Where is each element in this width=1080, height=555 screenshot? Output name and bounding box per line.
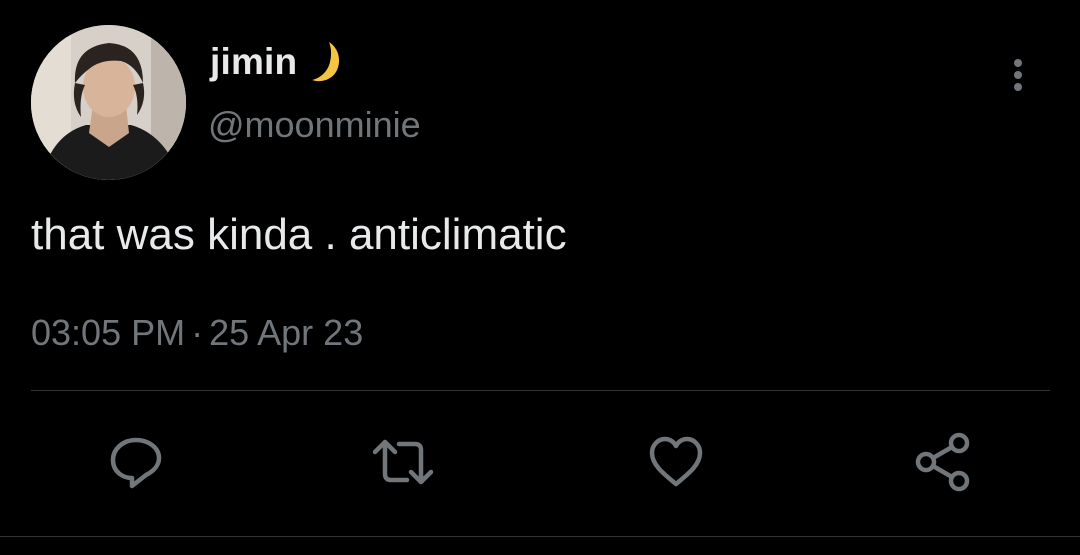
timestamp-separator: · [191,312,204,353]
display-name[interactable]: jimin [210,41,297,83]
moon-icon [309,40,345,84]
reply-button[interactable] [104,430,168,494]
avatar[interactable] [31,25,186,180]
avatar-photo [31,25,186,180]
share-icon [915,432,970,492]
bottom-divider [0,536,1080,537]
reply-icon [110,437,162,489]
tweet-text: that was kinda . anticlimatic [31,210,567,259]
retweet-button[interactable] [371,430,435,494]
more-options-icon [1014,59,1022,91]
share-button[interactable] [912,430,976,494]
author-name-row[interactable]: jimin [210,38,345,86]
user-handle[interactable]: @moonminie [208,104,421,146]
tweet-time: 03:05 PM [31,312,186,353]
like-icon [649,436,703,487]
like-button[interactable] [644,430,708,494]
more-options-button[interactable] [1000,55,1036,95]
retweet-icon [372,439,434,485]
tweet-timestamp[interactable]: 03:05 PM · 25 Apr 23 [31,312,363,354]
tweet-date: 25 Apr 23 [209,312,364,353]
divider [31,390,1050,391]
